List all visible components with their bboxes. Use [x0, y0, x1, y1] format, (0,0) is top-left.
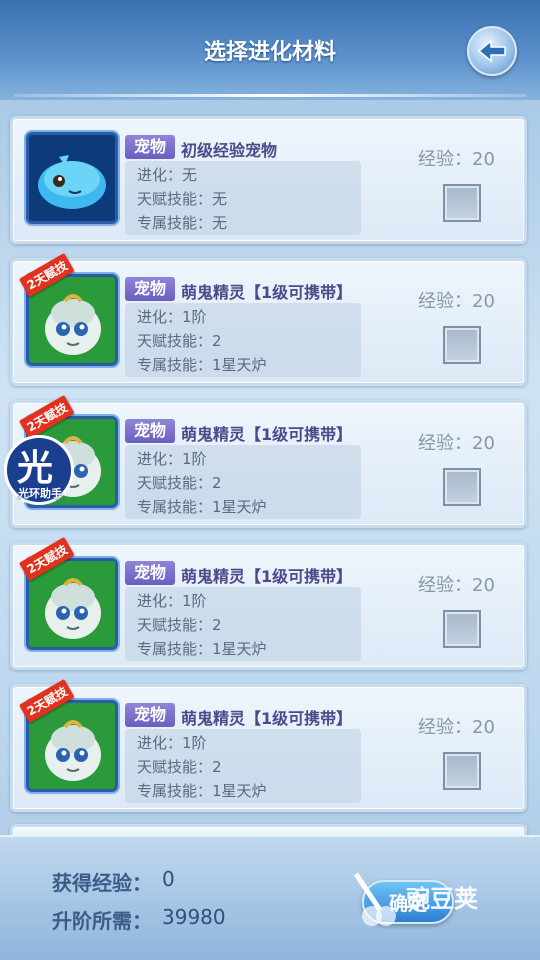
exclusive-row: 专属技能：1星天炉: [137, 356, 267, 374]
pet-name: 萌鬼精灵【1级可携带】: [181, 567, 353, 586]
pet-name: 萌鬼精灵【1级可携带】: [181, 709, 353, 728]
material-card-partial[interactable]: [10, 824, 527, 835]
talent-row: 天赋技能：无: [137, 190, 228, 208]
pet-tag: 宠物: [125, 135, 175, 159]
gain-exp-label: 获得经验：: [52, 871, 152, 895]
stats-box: 进化：1阶 天赋技能：2 专属技能：1星天炉: [125, 729, 361, 803]
select-checkbox[interactable]: [443, 326, 481, 364]
watermark-glyph: 光: [17, 448, 54, 489]
exp-value: 经验：20: [418, 291, 495, 312]
pet-tag: 宠物: [125, 703, 175, 727]
exp-value: 经验：20: [418, 433, 495, 454]
evolution-row: 进化：1阶: [137, 592, 207, 610]
pea-logo-icon: [353, 872, 396, 926]
watermark-logo: 豌豆荚: [350, 870, 478, 930]
arrow-left-icon: [477, 39, 506, 63]
stats-box: 进化：1阶 天赋技能：2 专属技能：1星天炉: [125, 303, 361, 377]
select-checkbox[interactable]: [443, 610, 481, 648]
page-title: 选择进化材料: [203, 40, 336, 65]
material-card[interactable]: 2天赋技 宠物 萌鬼精灵【1级可携带】 进化：1阶 天赋技能：2 专属技能：1星…: [10, 536, 527, 670]
back-button[interactable]: [467, 26, 517, 76]
exclusive-row: 专属技能：无: [137, 214, 228, 232]
talent-row: 天赋技能：2: [137, 616, 222, 634]
exp-value: 经验：20: [418, 575, 495, 596]
exp-value: 经验：20: [418, 717, 495, 738]
material-card[interactable]: 2天赋技 宠物 萌鬼精灵【1级可携带】 进化：1阶 天赋技能：2 专属技能：1星…: [10, 678, 527, 812]
talent-row: 天赋技能：2: [137, 758, 222, 776]
gain-exp-value: 0: [162, 867, 175, 891]
select-checkbox[interactable]: [443, 468, 481, 506]
material-card[interactable]: 2天赋技 宠物 萌鬼精灵【1级可携带】 进化：1阶 天赋技能：2 专属技能：1星…: [10, 252, 527, 386]
header-divider: [14, 94, 526, 97]
material-card[interactable]: 2天赋技 宠物 萌鬼精灵【1级可携带】 进化：1阶 天赋技能：2 专属技能：1星…: [10, 394, 527, 528]
exclusive-row: 专属技能：1星天炉: [137, 640, 267, 658]
pet-name: 萌鬼精灵【1级可携带】: [181, 425, 353, 444]
talent-row: 天赋技能：2: [137, 474, 222, 492]
exclusive-row: 专属技能：1星天炉: [137, 782, 267, 800]
watermark-logo-text: 豌豆荚: [406, 885, 478, 913]
evolution-row: 进化：无: [137, 166, 198, 184]
watermark-badge: 光 光环助手: [0, 435, 80, 507]
pet-tag: 宠物: [125, 561, 175, 585]
pet-tag: 宠物: [125, 277, 175, 301]
pet-portrait: [26, 132, 118, 224]
exp-value: 经验：20: [418, 149, 495, 170]
watermark-text: 光环助手: [18, 487, 62, 500]
exclusive-row: 专属技能：1星天炉: [137, 498, 267, 516]
required-exp-label: 升阶所需：: [52, 909, 152, 933]
pet-tag: 宠物: [125, 419, 175, 443]
material-list[interactable]: 宠物 初级经验宠物 进化：无 天赋技能：无 专属技能：无 经验：20 2天赋技: [0, 100, 540, 835]
pet-name: 初级经验宠物: [181, 141, 278, 160]
required-exp-value: 39980: [162, 905, 226, 929]
select-checkbox[interactable]: [443, 184, 481, 222]
evolution-row: 进化：1阶: [137, 308, 207, 326]
stats-box: 进化：1阶 天赋技能：2 专属技能：1星天炉: [125, 445, 361, 519]
blue-slime-pet-icon: [29, 135, 115, 221]
stats-box: 进化：无 天赋技能：无 专属技能：无: [125, 161, 361, 235]
pet-name: 萌鬼精灵【1级可携带】: [181, 283, 353, 302]
header-bar: 选择进化材料: [0, 0, 540, 100]
select-checkbox[interactable]: [443, 752, 481, 790]
stats-box: 进化：1阶 天赋技能：2 专属技能：1星天炉: [125, 587, 361, 661]
evolution-row: 进化：1阶: [137, 734, 207, 752]
evolution-row: 进化：1阶: [137, 450, 207, 468]
material-card[interactable]: 宠物 初级经验宠物 进化：无 天赋技能：无 专属技能：无 经验：20: [10, 116, 527, 244]
talent-row: 天赋技能：2: [137, 332, 222, 350]
